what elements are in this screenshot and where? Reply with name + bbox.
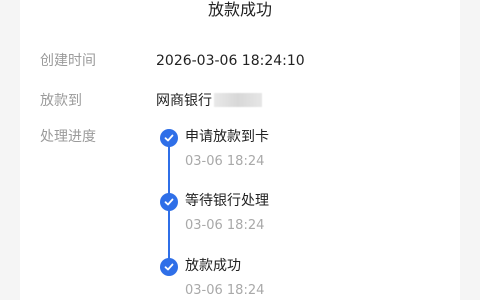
payee-label: 放款到 [40,93,82,109]
check-icon [160,258,178,276]
masked-account-number [214,93,262,107]
loan-status-card: 放款成功 创建时间 2026-03-06 18:24:10 放款到 网商银行 处… [20,0,460,300]
progress-label: 处理进度 [40,129,96,145]
created-time-value: 2026-03-06 18:24:10 [156,53,305,69]
bank-name: 网商银行 [156,93,212,109]
step-time: 03-06 18:24 [185,283,265,298]
step-time: 03-06 18:24 [185,218,265,233]
payee-value: 网商银行 [156,92,262,110]
check-icon [160,129,178,147]
step-title: 放款成功 [185,258,241,274]
step-time: 03-06 18:24 [185,154,265,169]
step-title: 申请放款到卡 [185,129,269,145]
step-title: 等待银行处理 [185,193,269,209]
page-title: 放款成功 [207,0,272,19]
check-icon [160,193,178,211]
created-time-label: 创建时间 [40,53,96,69]
